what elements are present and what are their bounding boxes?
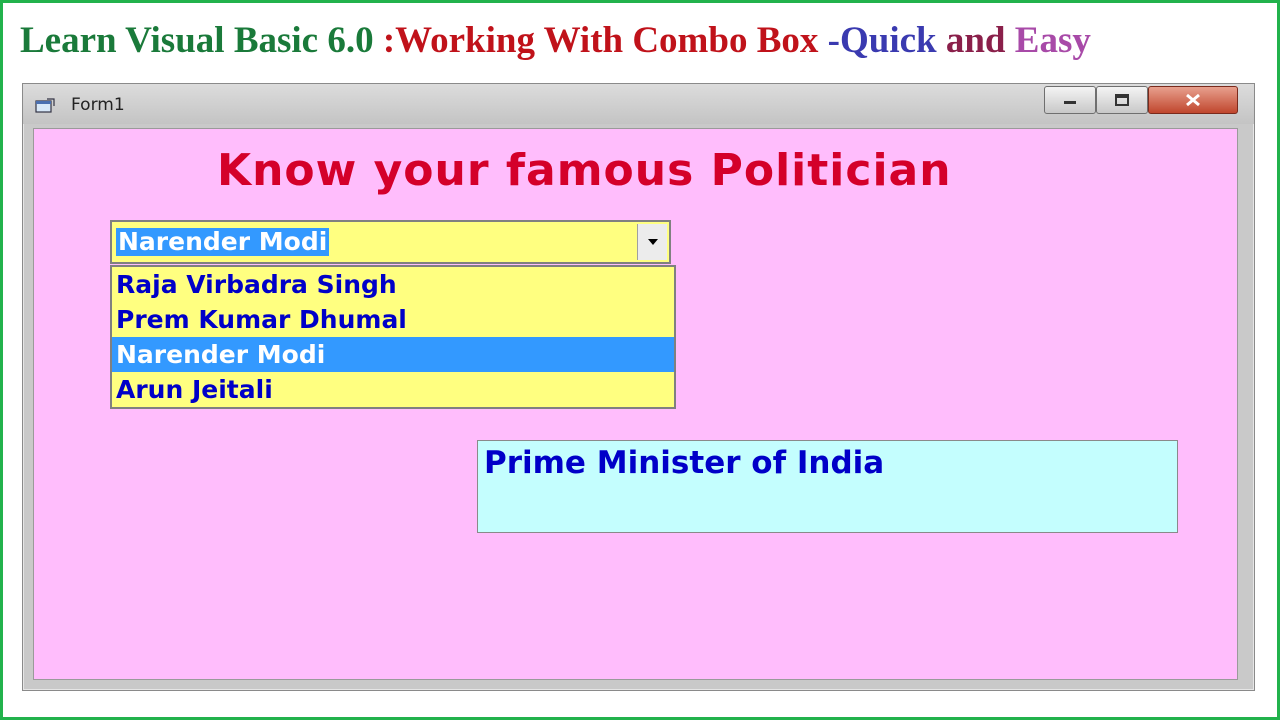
close-icon xyxy=(1186,93,1200,107)
combo-option[interactable]: Raja Virbadra Singh xyxy=(112,267,674,302)
headline-part4: Quick xyxy=(839,20,946,61)
maximize-icon xyxy=(1115,94,1129,106)
close-button[interactable] xyxy=(1148,86,1238,114)
combo-selected-text[interactable]: Narender Modi xyxy=(116,228,330,256)
chevron-down-icon xyxy=(648,239,658,245)
headline-part5: and xyxy=(945,20,1015,61)
vb-form-window: Form1 Know your famous Politician Narend… xyxy=(22,83,1255,691)
combo-option[interactable]: Prem Kumar Dhumal xyxy=(112,302,674,337)
page-headline: Learn Visual Basic 6.0 :Working With Com… xyxy=(20,16,1091,66)
combo-dropdown-list: Raja Virbadra Singh Prem Kumar Dhumal Na… xyxy=(110,265,676,409)
combo-dropdown-button[interactable] xyxy=(637,224,667,260)
combo-option-selected[interactable]: Narender Modi xyxy=(112,337,674,372)
window-title: Form1 xyxy=(71,95,125,115)
form-heading: Know your famous Politician xyxy=(217,145,952,196)
form-icon xyxy=(35,98,55,114)
window-titlebar[interactable]: Form1 xyxy=(23,84,1254,124)
form-client-area: Know your famous Politician Narender Mod… xyxy=(33,128,1238,680)
headline-part3: - xyxy=(827,20,840,61)
headline-part2: :Working With Combo Box xyxy=(382,20,828,61)
maximize-button[interactable] xyxy=(1096,86,1148,114)
politician-combo-box[interactable]: Narender Modi xyxy=(110,220,671,264)
minimize-icon xyxy=(1064,101,1076,104)
headline-part6: Easy xyxy=(1014,20,1091,61)
info-text: Prime Minister of India xyxy=(484,445,885,481)
combo-option[interactable]: Arun Jeitali xyxy=(112,372,674,407)
info-label-box: Prime Minister of India xyxy=(477,440,1178,533)
minimize-button[interactable] xyxy=(1044,86,1096,114)
headline-part1: Learn Visual Basic 6.0 xyxy=(20,20,383,61)
